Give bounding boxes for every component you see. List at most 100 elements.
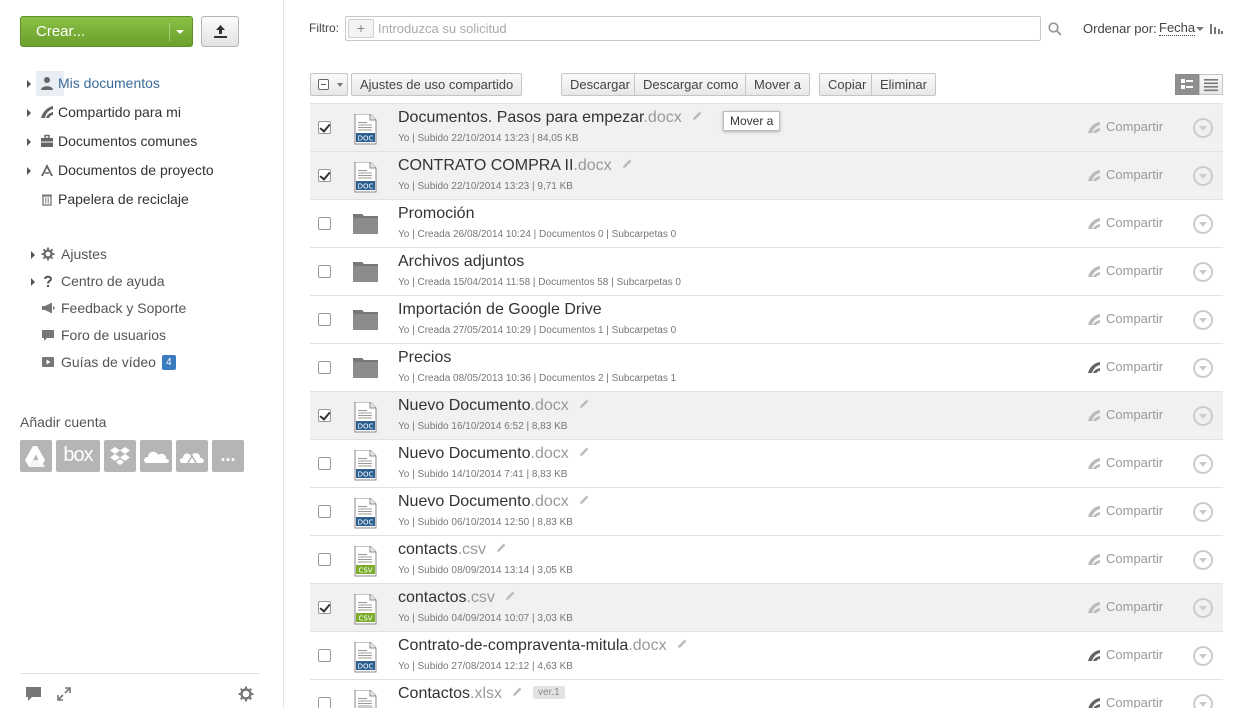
row-checkbox[interactable] (318, 121, 331, 134)
file-name[interactable]: Nuevo Documento.docx (398, 397, 590, 415)
sidebar-item-documentos-de-proyecto[interactable]: Documentos de proyecto (20, 158, 270, 187)
row-menu-chevron-icon[interactable] (1193, 214, 1213, 234)
row-menu-chevron-icon[interactable] (1193, 694, 1213, 708)
account-dropbox-button[interactable] (104, 440, 136, 472)
sidebar-item-compartido-para-mi[interactable]: Compartido para mi (20, 100, 270, 129)
folder-row[interactable]: Importación de Google Drive Yo | Creada 2… (310, 295, 1223, 343)
account-box-button[interactable]: box (56, 440, 100, 472)
share-button[interactable]: Compartir (1087, 167, 1163, 182)
rename-pencil-icon[interactable] (692, 110, 703, 121)
rename-pencil-icon[interactable] (579, 494, 590, 505)
file-name[interactable]: Importación de Google Drive (398, 301, 602, 319)
toolbar-button-mover-a[interactable]: Mover a (745, 73, 810, 96)
expand-icon[interactable] (55, 686, 73, 702)
row-menu-chevron-icon[interactable] (1193, 454, 1213, 474)
share-button[interactable]: Compartir (1087, 119, 1163, 134)
sort-dropdown[interactable]: Fecha (1159, 21, 1196, 36)
toolbar-button-descargar[interactable]: Descargar (561, 73, 639, 96)
expand-arrow-icon[interactable] (27, 167, 31, 175)
file-name[interactable]: Nuevo Documento.docx (398, 493, 590, 511)
expand-arrow-icon[interactable] (27, 109, 31, 117)
row-checkbox[interactable] (318, 553, 331, 566)
row-menu-chevron-icon[interactable] (1193, 502, 1213, 522)
gear-icon[interactable] (237, 686, 255, 702)
row-menu-chevron-icon[interactable] (1193, 598, 1213, 618)
file-name[interactable]: Documentos. Pasos para empezar.docx (398, 109, 703, 127)
filter-input[interactable] (378, 19, 1028, 38)
row-menu-chevron-icon[interactable] (1193, 310, 1213, 330)
sidebar-item-feedback-y-soporte[interactable]: Feedback y Soporte (20, 297, 270, 324)
row-checkbox[interactable] (318, 697, 331, 708)
file-row[interactable]: DOC Contrato-de-compraventa-mitula.docx Yo… (310, 631, 1223, 679)
add-filter-button[interactable]: + (348, 19, 374, 38)
file-row[interactable]: DOC Nuevo Documento.docx Yo | Subido 16/10… (310, 391, 1223, 439)
file-row[interactable]: DOC Nuevo Documento.docx Yo | Subido 14/10… (310, 439, 1223, 487)
rename-pencil-icon[interactable] (496, 542, 507, 553)
row-menu-chevron-icon[interactable] (1193, 406, 1213, 426)
rename-pencil-icon[interactable] (512, 686, 523, 697)
share-button[interactable]: Compartir (1087, 695, 1163, 708)
share-button[interactable]: Compartir (1087, 263, 1163, 278)
account-more-button[interactable]: ... (212, 440, 244, 472)
share-button[interactable]: Compartir (1087, 359, 1163, 374)
account-skydrive-button[interactable] (176, 440, 208, 472)
sidebar-item-gu-as-de-v-deo[interactable]: Guías de vídeo 4 (20, 351, 270, 378)
share-button[interactable]: Compartir (1087, 647, 1163, 662)
rename-pencil-icon[interactable] (622, 158, 633, 169)
folder-row[interactable]: Promoción Yo | Creada 26/08/2014 10:24 | … (310, 199, 1223, 247)
expand-arrow-icon[interactable] (31, 251, 35, 259)
file-name[interactable]: contactos.csv (398, 589, 516, 607)
share-button[interactable]: Compartir (1087, 551, 1163, 566)
row-menu-chevron-icon[interactable] (1193, 358, 1213, 378)
rename-pencil-icon[interactable] (579, 446, 590, 457)
create-button[interactable]: Crear... (20, 16, 193, 47)
share-button[interactable]: Compartir (1087, 407, 1163, 422)
file-name[interactable]: Precios (398, 349, 451, 367)
file-name[interactable]: CONTRATO COMPRA II.docx (398, 157, 633, 175)
toolbar-button-ajustes-de-uso-compartido[interactable]: Ajustes de uso compartido (351, 73, 523, 96)
row-menu-chevron-icon[interactable] (1193, 646, 1213, 666)
row-checkbox[interactable] (318, 457, 331, 470)
file-row[interactable]: CSV contacts.csv Yo | Subido 08/09/2014 13… (310, 535, 1223, 583)
account-google-drive-button[interactable] (20, 440, 52, 472)
row-menu-chevron-icon[interactable] (1193, 262, 1213, 282)
row-checkbox[interactable] (318, 217, 331, 230)
compact-view-button[interactable] (1199, 74, 1223, 95)
toolbar-button-copiar[interactable]: Copiar (819, 73, 876, 96)
row-checkbox[interactable] (318, 601, 331, 614)
rename-pencil-icon[interactable] (505, 590, 516, 601)
toolbar-button-eliminar[interactable]: Eliminar (871, 73, 936, 96)
sidebar-item-foro-de-usuarios[interactable]: Foro de usuarios (20, 324, 270, 351)
chat-icon[interactable] (25, 686, 43, 702)
toolbar-button-descargar-como[interactable]: Descargar como (634, 73, 748, 96)
row-checkbox[interactable] (318, 361, 331, 374)
detailed-view-button[interactable] (1175, 74, 1199, 95)
share-button[interactable]: Compartir (1087, 503, 1163, 518)
row-checkbox[interactable] (318, 649, 331, 662)
rename-pencil-icon[interactable] (579, 398, 590, 409)
row-menu-chevron-icon[interactable] (1193, 166, 1213, 186)
share-button[interactable]: Compartir (1087, 599, 1163, 614)
folder-row[interactable]: Precios Yo | Creada 08/05/2013 10:36 | Do… (310, 343, 1223, 391)
expand-arrow-icon[interactable] (31, 278, 35, 286)
file-row[interactable]: Contactos.xlsx ver.1 Compartir (310, 679, 1223, 708)
sidebar-item-documentos-comunes[interactable]: Documentos comunes (20, 129, 270, 158)
sidebar-item-ajustes[interactable]: Ajustes (20, 243, 270, 270)
share-button[interactable]: Compartir (1087, 455, 1163, 470)
sort-order-icon[interactable] (1210, 24, 1223, 34)
select-all-checkbox[interactable] (310, 73, 348, 96)
file-name[interactable]: Archivos adjuntos (398, 253, 524, 271)
file-name[interactable]: Contactos.xlsx ver.1 (398, 685, 565, 703)
row-checkbox[interactable] (318, 505, 331, 518)
file-row[interactable]: CSV contactos.csv Yo | Subido 04/09/2014 1… (310, 583, 1223, 631)
row-menu-chevron-icon[interactable] (1193, 550, 1213, 570)
share-button[interactable]: Compartir (1087, 215, 1163, 230)
file-name[interactable]: contacts.csv (398, 541, 507, 559)
file-name[interactable]: Nuevo Documento.docx (398, 445, 590, 463)
rename-pencil-icon[interactable] (677, 638, 688, 649)
search-icon[interactable] (1048, 22, 1062, 36)
folder-row[interactable]: Archivos adjuntos Yo | Creada 15/04/2014 … (310, 247, 1223, 295)
row-menu-chevron-icon[interactable] (1193, 118, 1213, 138)
share-button[interactable]: Compartir (1087, 311, 1163, 326)
expand-arrow-icon[interactable] (27, 138, 31, 146)
